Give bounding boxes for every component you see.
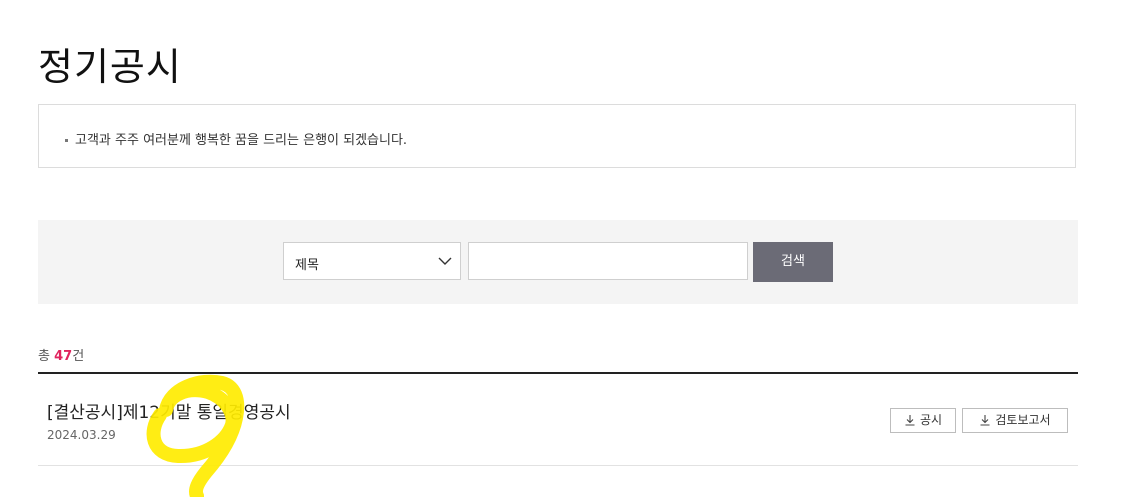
- total-count: 총 47건: [38, 345, 84, 364]
- page-title: 정기공시: [38, 45, 182, 89]
- download-report-button[interactable]: 검토보고서: [962, 408, 1068, 433]
- chevron-down-icon: [438, 257, 452, 265]
- search-type-value: 제목: [295, 258, 319, 273]
- list-item-title[interactable]: [결산공시]제12기말 통일경영공시: [47, 398, 291, 423]
- download-icon: [980, 415, 990, 426]
- download-report-label: 검토보고서: [995, 413, 1051, 427]
- notice-item: 고객과 주주 여러분께 행복한 꿈을 드리는 은행이 되겠습니다.: [65, 129, 407, 148]
- total-prefix: 총: [38, 349, 55, 364]
- search-type-select[interactable]: 제목: [283, 242, 461, 280]
- notice-text: 고객과 주주 여러분께 행복한 꿈을 드리는 은행이 되겠습니다.: [75, 133, 408, 148]
- total-count-value: 47: [54, 349, 73, 364]
- list-item-date: 2024.03.29: [47, 428, 116, 442]
- search-input[interactable]: [468, 242, 748, 280]
- notice-box: 고객과 주주 여러분께 행복한 꿈을 드리는 은행이 되겠습니다.: [38, 104, 1076, 168]
- list-item: [결산공시]제12기말 통일경영공시 2024.03.29 공시 검토보고서: [38, 374, 1078, 466]
- total-suffix: 건: [72, 349, 85, 364]
- download-icon: [905, 415, 915, 426]
- download-notice-button[interactable]: 공시: [890, 408, 956, 433]
- download-notice-label: 공시: [919, 413, 943, 427]
- bullet-icon: [65, 139, 68, 142]
- search-panel: 제목 검색: [38, 220, 1078, 304]
- search-button[interactable]: 검색: [753, 242, 833, 282]
